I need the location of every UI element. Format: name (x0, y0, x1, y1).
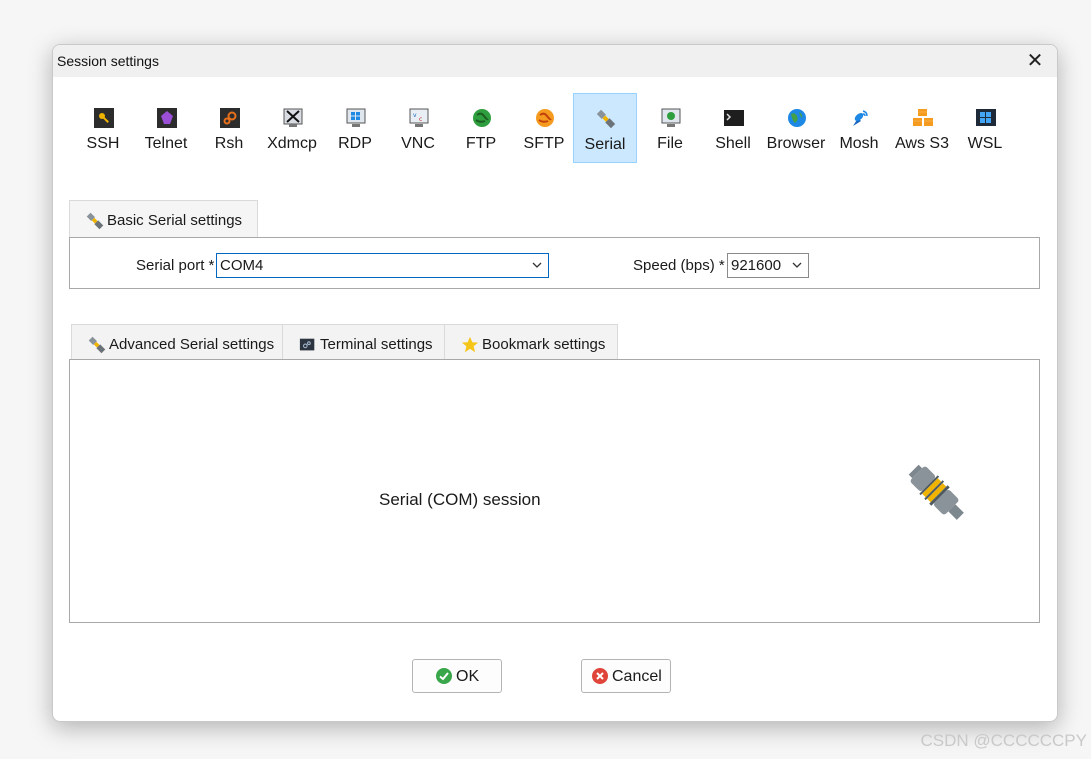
vnc-icon: vc (409, 108, 429, 127)
plug-icon (86, 212, 104, 230)
star-icon (461, 336, 479, 353)
ftp-icon (473, 109, 491, 127)
svg-text:c: c (419, 116, 422, 123)
mosh-icon (853, 110, 868, 126)
title-bar: Session settings ✕ (53, 45, 1057, 77)
cancel-button[interactable]: Cancel (581, 659, 671, 693)
serial-port-value: COM4 (220, 257, 264, 274)
tab-basic-serial-settings[interactable]: Basic Serial settings (69, 200, 258, 238)
serial-port-label: Serial port * (136, 257, 215, 274)
session-type-serial[interactable]: Serial (573, 93, 637, 163)
dialog-title: Session settings (57, 53, 159, 69)
rsh-icon (220, 108, 240, 128)
browser-icon (788, 109, 806, 127)
watermark: CSDN @CCCCCCPY (920, 731, 1088, 750)
serial-icon (596, 109, 616, 129)
session-settings-dialog: Session settings ✕ SSH Telnet Rsh Xdmcp … (52, 44, 1058, 722)
svg-text:v: v (413, 112, 417, 119)
terminal-icon (299, 338, 315, 351)
file-icon (661, 108, 681, 127)
shell-icon (724, 110, 744, 126)
chevron-down-icon (792, 262, 802, 268)
plug-icon (88, 336, 106, 354)
basic-settings-panel: Serial port * COM4 Speed (bps) * 921600 (69, 237, 1040, 289)
speed-label: Speed (bps) * (633, 257, 725, 274)
ok-button[interactable]: OK (412, 659, 502, 693)
speed-value: 921600 (731, 257, 782, 274)
check-icon (436, 668, 452, 684)
tab-terminal-settings[interactable]: Terminal settings (282, 324, 445, 360)
tab-bookmark-settings[interactable]: Bookmark settings (444, 324, 618, 360)
telnet-icon (157, 108, 177, 128)
rdp-icon (346, 108, 366, 127)
ssh-icon (94, 108, 114, 128)
wsl-icon (976, 109, 996, 126)
xdmcp-icon (283, 108, 303, 127)
tab-advanced-serial-settings[interactable]: Advanced Serial settings (71, 324, 283, 360)
aws-s3-icon (913, 109, 933, 126)
chevron-down-icon (532, 262, 542, 268)
advanced-settings-panel: Serial (COM) session (69, 359, 1040, 623)
close-icon[interactable]: ✕ (1023, 49, 1047, 73)
speed-select[interactable]: 921600 (727, 253, 809, 278)
serial-port-select[interactable]: COM4 (216, 253, 549, 278)
cancel-icon (592, 668, 608, 684)
session-caption: Serial (COM) session (379, 490, 541, 509)
session-type-wsl[interactable]: WSL (954, 93, 1016, 163)
serial-plug-icon (908, 464, 964, 520)
sftp-icon (536, 109, 554, 127)
